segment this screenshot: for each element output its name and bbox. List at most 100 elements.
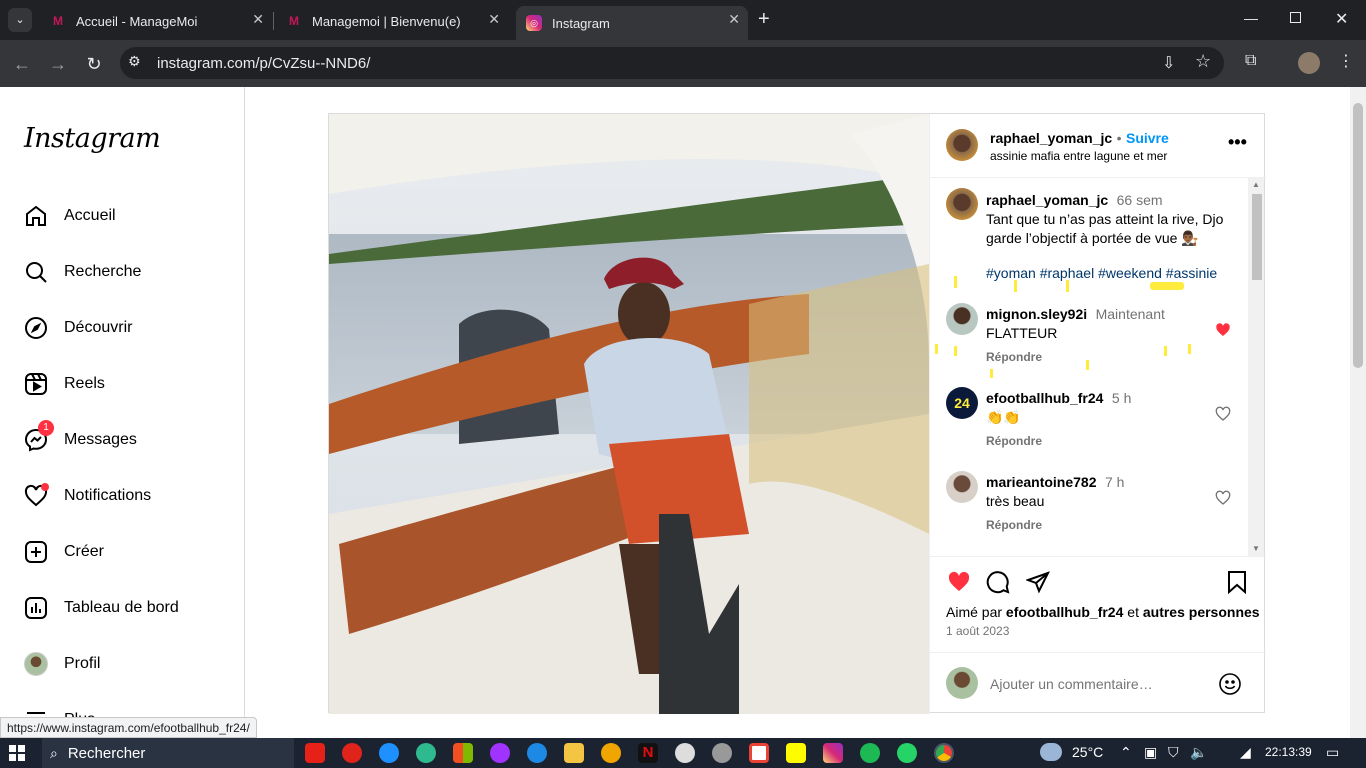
follow-button[interactable]: Suivre xyxy=(1126,130,1169,146)
tab-search-button[interactable]: ⌄ xyxy=(8,8,32,32)
comments-scroll-area[interactable]: raphael_yoman_jc 66 sem Tant que tu n’as… xyxy=(930,178,1266,556)
back-button[interactable]: ← xyxy=(10,52,34,76)
clock[interactable]: 22:13:39 xyxy=(1265,745,1312,759)
close-icon[interactable]: ✕ xyxy=(252,11,264,28)
sidebar-item-reels[interactable]: Reels xyxy=(22,369,105,399)
messenger-app-icon[interactable] xyxy=(490,743,510,763)
caption-hashtags[interactable]: #yoman #raphael #weekend #assinie xyxy=(986,264,1246,283)
spotify-icon[interactable] xyxy=(860,743,880,763)
likes-others[interactable]: autres personnes xyxy=(1143,604,1260,620)
apple-icon[interactable] xyxy=(712,743,732,763)
new-tab-button[interactable]: + xyxy=(758,8,770,31)
tab-managemoi-accueil[interactable]: M Accueil - ManageMoi ✕ xyxy=(40,6,272,36)
emoji-icon[interactable] xyxy=(1218,672,1242,696)
comment-username[interactable]: mignon.sley92i xyxy=(986,306,1087,322)
more-options-icon[interactable]: ••• xyxy=(1228,132,1247,153)
wifi-icon[interactable]: ◢ xyxy=(1240,744,1251,761)
close-window-button[interactable]: ✕ xyxy=(1335,9,1348,29)
reply-button[interactable]: Répondre xyxy=(986,350,1042,364)
sidebar-item-decouvrir[interactable]: Découvrir xyxy=(22,313,132,343)
post-image[interactable] xyxy=(329,114,929,714)
caption-avatar[interactable] xyxy=(946,188,978,220)
comment-icon[interactable] xyxy=(986,570,1010,594)
caption-time[interactable]: 66 sem xyxy=(1117,192,1163,208)
snapchat-icon[interactable] xyxy=(786,743,806,763)
site-settings-icon[interactable]: ⚙ xyxy=(128,53,141,70)
sidebar-item-messages[interactable]: 1 Messages xyxy=(22,420,137,455)
post-location[interactable]: assinie mafia entre lagune et mer xyxy=(990,149,1167,163)
like-icon[interactable] xyxy=(946,570,972,594)
install-app-icon[interactable]: ⇩ xyxy=(1162,53,1175,73)
chrome-canary-icon[interactable] xyxy=(601,743,621,763)
extensions-icon[interactable]: ⧉ xyxy=(1245,52,1256,70)
instagram-logo[interactable]: Instagram xyxy=(24,123,161,154)
taskbar-search[interactable]: ⌕ Rechercher xyxy=(42,738,294,768)
sidebar-item-notifications[interactable]: Notifications xyxy=(22,481,151,511)
volume-icon[interactable]: 🔈 xyxy=(1190,744,1207,761)
reload-button[interactable]: ↻ xyxy=(82,52,106,76)
tray-shield-icon[interactable]: ⛉ xyxy=(1168,744,1179,761)
comment-avatar[interactable]: 24 xyxy=(946,387,978,419)
forward-button[interactable]: → xyxy=(46,52,70,76)
comment-avatar[interactable] xyxy=(946,471,978,503)
post-date[interactable]: 1 août 2023 xyxy=(946,624,1009,638)
comment-like-icon[interactable] xyxy=(1215,490,1231,506)
edge-icon[interactable] xyxy=(416,743,436,763)
page-scrollbar-thumb[interactable] xyxy=(1353,103,1363,368)
restore-button[interactable] xyxy=(1290,12,1301,23)
chrome-menu-icon[interactable]: ⋮ xyxy=(1338,51,1354,71)
scroll-down-arrow[interactable]: ▼ xyxy=(1252,544,1260,553)
file-explorer-icon[interactable] xyxy=(564,743,584,763)
url-text[interactable]: instagram.com/p/CvZsu--NND6/ xyxy=(157,55,370,72)
comment-input[interactable] xyxy=(990,674,1200,694)
scroll-up-arrow[interactable]: ▲ xyxy=(1252,180,1260,189)
media-player-icon[interactable] xyxy=(527,743,547,763)
author-username[interactable]: raphael_yoman_jc xyxy=(990,130,1112,146)
netflix-icon[interactable]: N xyxy=(638,743,658,763)
whatsapp-icon[interactable] xyxy=(897,743,917,763)
messages-badge: 1 xyxy=(38,420,54,436)
app-icon[interactable] xyxy=(675,743,695,763)
bookmark-star-icon[interactable]: ☆ xyxy=(1195,51,1211,72)
comment-time[interactable]: Maintenant xyxy=(1096,306,1165,322)
opera-icon[interactable] xyxy=(342,743,362,763)
youtube-icon[interactable] xyxy=(305,743,325,763)
share-icon[interactable] xyxy=(1026,570,1050,594)
likes-user[interactable]: efootballhub_fr24 xyxy=(1006,604,1123,620)
notification-center-icon[interactable]: ▭ xyxy=(1326,744,1339,761)
comment-time[interactable]: 5 h xyxy=(1112,390,1131,406)
ms-store-icon[interactable] xyxy=(453,743,473,763)
comment-username[interactable]: marieantoine782 xyxy=(986,474,1097,490)
comment-avatar[interactable] xyxy=(946,303,978,335)
profile-avatar[interactable] xyxy=(1298,52,1320,74)
edge-legacy-icon[interactable] xyxy=(379,743,399,763)
caption-username[interactable]: raphael_yoman_jc xyxy=(986,192,1108,208)
gmail-icon[interactable] xyxy=(749,743,769,763)
comments-scrollbar-thumb[interactable] xyxy=(1252,194,1262,280)
comment-time[interactable]: 7 h xyxy=(1105,474,1124,490)
tray-chevron-icon[interactable]: ⌃ xyxy=(1120,744,1132,761)
sidebar-item-creer[interactable]: Créer xyxy=(22,537,104,567)
chrome-icon[interactable] xyxy=(934,743,954,763)
reply-button[interactable]: Répondre xyxy=(986,434,1042,448)
weather-icon[interactable] xyxy=(1040,743,1062,761)
sidebar-item-recherche[interactable]: Recherche xyxy=(22,257,141,287)
comment-like-icon[interactable] xyxy=(1215,406,1231,422)
sidebar-item-profil[interactable]: Profil xyxy=(22,649,100,679)
author-avatar[interactable] xyxy=(946,129,978,161)
sidebar-item-accueil[interactable]: Accueil xyxy=(22,201,116,231)
save-icon[interactable] xyxy=(1226,570,1248,594)
comment-like-icon[interactable] xyxy=(1215,322,1231,338)
instagram-app-icon[interactable] xyxy=(823,743,843,763)
comment-username[interactable]: efootballhub_fr24 xyxy=(986,390,1103,406)
tab-instagram[interactable]: ◎ Instagram ✕ xyxy=(516,6,748,40)
tab-managemoi-bienvenue[interactable]: M Managemoi | Bienvenu(e) ✕ xyxy=(276,6,508,36)
minimize-button[interactable]: — xyxy=(1244,10,1258,26)
close-icon[interactable]: ✕ xyxy=(488,11,500,28)
close-icon[interactable]: ✕ xyxy=(728,11,740,28)
weather-temp[interactable]: 25°C xyxy=(1072,744,1103,760)
windows-start-icon[interactable] xyxy=(9,745,25,761)
reply-button[interactable]: Répondre xyxy=(986,518,1042,532)
sidebar-item-tableau-de-bord[interactable]: Tableau de bord xyxy=(22,593,179,623)
tray-device-icon[interactable]: ▣ xyxy=(1144,744,1157,761)
